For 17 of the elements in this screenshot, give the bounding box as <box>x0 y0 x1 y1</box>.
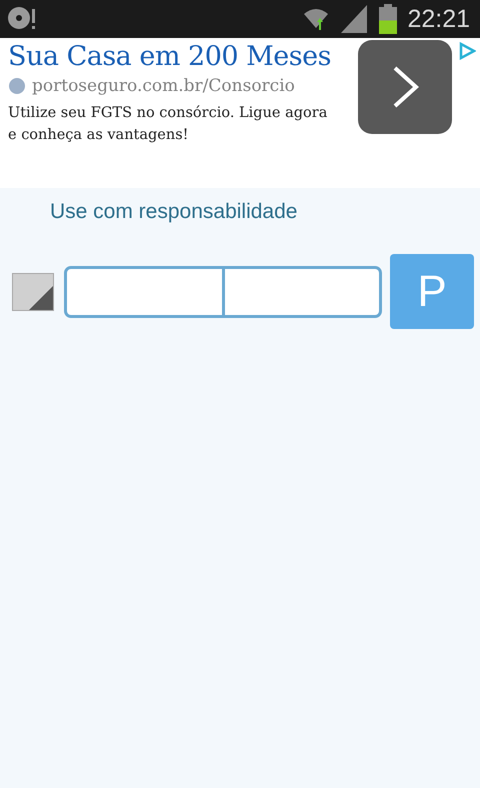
triangle-icon <box>29 286 53 310</box>
input-field[interactable] <box>224 266 382 318</box>
globe-icon <box>8 77 26 95</box>
ad-open-button[interactable] <box>358 40 452 134</box>
signal-icon <box>339 5 370 33</box>
notification-icon <box>6 6 36 32</box>
ad-banner[interactable]: Sua Casa em 200 Meses portoseguro.com.br/Consorcio Utilize seu FGTS no consórcio. Ligue agora e conheça as vantagens! <box>0 38 480 188</box>
ad-title[interactable]: Sua Casa em 200 Meses <box>8 41 358 72</box>
notice-text: Use com responsabilidade <box>50 200 298 224</box>
ad-text: Utilize seu FGTS no consórcio. Ligue agora e conheça as vantagens! <box>8 104 328 145</box>
input-field[interactable] <box>64 266 224 318</box>
resize-handle[interactable] <box>12 272 54 310</box>
ad-choices-icon[interactable] <box>458 42 476 60</box>
battery-icon <box>379 4 398 34</box>
clock-time: 22:21 <box>407 4 470 34</box>
ad-url[interactable]: portoseguro.com.br/Consorcio <box>32 76 295 96</box>
wifi-icon <box>303 6 330 32</box>
